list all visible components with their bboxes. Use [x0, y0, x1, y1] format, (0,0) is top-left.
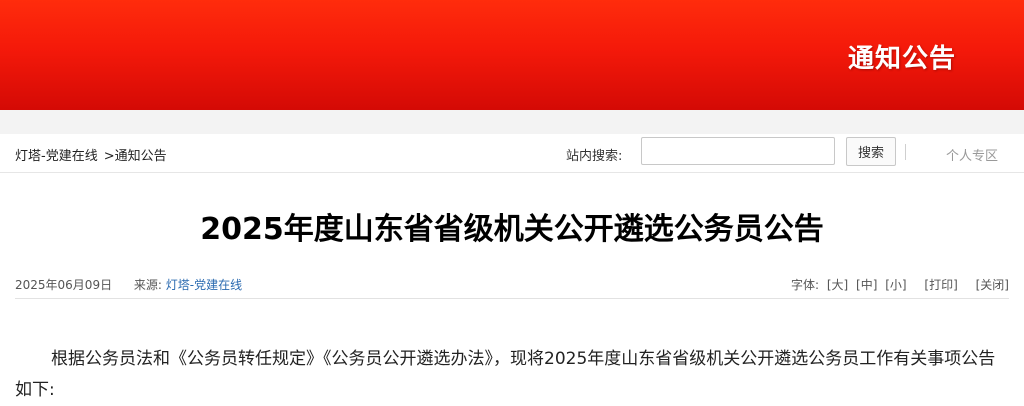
breadcrumb-current[interactable]: >通知公告 — [104, 149, 167, 164]
header-banner: 通知公告 — [0, 0, 1024, 110]
search-label: 站内搜索: — [566, 149, 623, 164]
publish-date: 2025年06月09日 — [15, 278, 113, 292]
article-meta: 2025年06月09日 来源: 灯塔-党建在线 — [15, 276, 242, 293]
header-gap — [0, 110, 1024, 134]
search-input[interactable] — [641, 137, 835, 165]
font-size-label: 字体: — [790, 278, 819, 292]
article-paragraph: 根据公务员法和《公务员转任规定》《公务员公开遴选办法》，现将2025年度山东省省… — [15, 349, 996, 400]
close-button[interactable]: [关闭] — [976, 278, 1009, 292]
article-tools: 字体: [大] [中] [小] [打印] [关闭] — [791, 276, 1009, 293]
font-small-button[interactable]: [小] — [885, 278, 906, 292]
article-title: 2025年度山东省省级机关公开遴选公务员公告 — [200, 212, 824, 247]
font-large-button[interactable]: [大] — [827, 278, 848, 292]
search-button[interactable]: 搜索 — [846, 137, 896, 166]
source-link[interactable]: 灯塔-党建在线 — [166, 278, 242, 292]
font-medium-button[interactable]: [中] — [856, 278, 877, 292]
personal-area-link[interactable]: 个人专区 — [946, 145, 998, 164]
meta-divider — [15, 298, 1009, 299]
banner-title: 通知公告 — [847, 44, 956, 74]
print-button[interactable]: [打印] — [924, 278, 957, 292]
source-label: 来源: — [133, 278, 162, 292]
breadcrumb-home-link[interactable]: 灯塔-党建在线 — [15, 149, 98, 164]
nav-bar: 灯塔-党建在线 >通知公告 站内搜索: 搜索 个人专区 — [0, 134, 1024, 173]
nav-divider — [905, 144, 906, 160]
breadcrumb: 灯塔-党建在线 >通知公告 — [15, 145, 167, 164]
